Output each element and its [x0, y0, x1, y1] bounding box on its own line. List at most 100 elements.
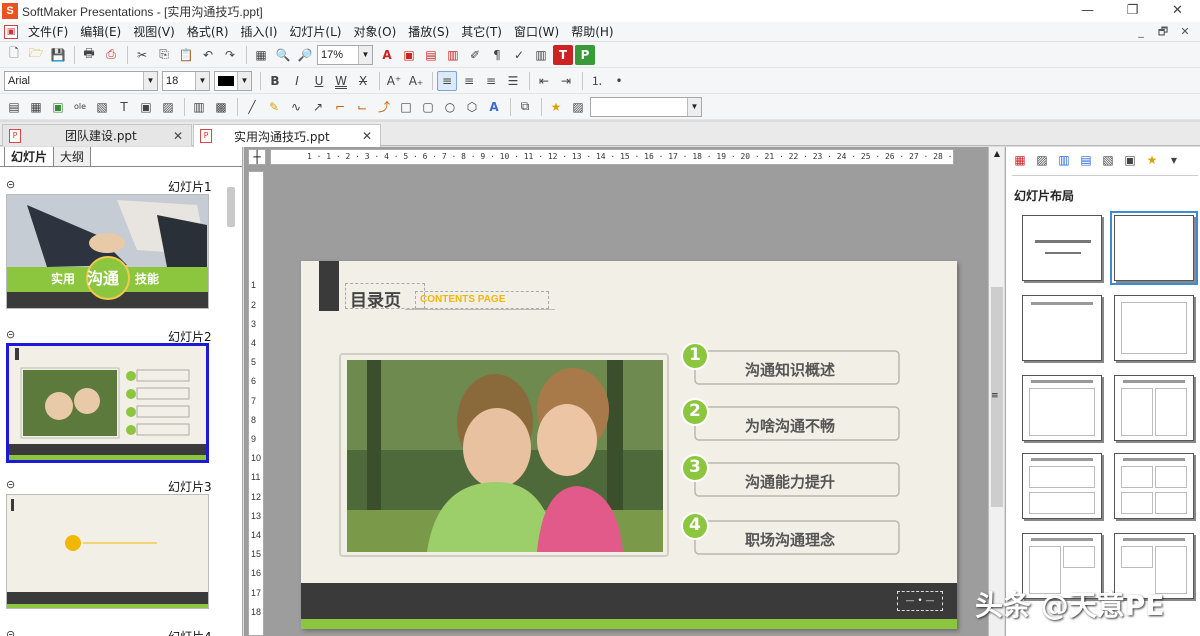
layout-title-two-rows[interactable]	[1022, 453, 1102, 519]
superscript-icon[interactable]: A⁺	[384, 71, 404, 91]
tab-outline[interactable]: 大纲	[53, 147, 92, 166]
title-placeholder-icon[interactable]: T	[114, 97, 134, 117]
arrow-line-icon[interactable]: ↗	[308, 97, 328, 117]
close-icon[interactable]: ✕	[173, 129, 183, 143]
format-brush-icon[interactable]: ✐	[465, 45, 485, 65]
layout-title-slide[interactable]	[1022, 215, 1102, 281]
line-icon[interactable]: ╱	[242, 97, 262, 117]
font-size-select[interactable]: 18 ▼	[162, 70, 210, 91]
layout-content[interactable]	[1114, 295, 1194, 361]
animation-icon[interactable]: ★	[1142, 150, 1162, 170]
menu-edit[interactable]: 编辑(E)	[74, 22, 127, 42]
layout-two-content[interactable]	[1114, 375, 1194, 441]
insert-table-icon[interactable]: ▤	[421, 45, 441, 65]
zoom-select[interactable]: 17% ▼	[317, 44, 373, 65]
tab-team-building[interactable]: P 团队建设.ppt ✕	[2, 124, 192, 146]
maximize-button[interactable]: ❐	[1110, 0, 1155, 22]
pdf-export-icon[interactable]: ⎙	[101, 45, 121, 65]
menu-insert[interactable]: 插入(I)	[235, 22, 284, 42]
statistics-icon[interactable]: ▥	[531, 45, 551, 65]
group-icon[interactable]: ⧉	[515, 97, 535, 117]
master-icon[interactable]: ▩	[211, 97, 231, 117]
open-folder-icon[interactable]: 🗁	[26, 45, 46, 65]
autoshape-icon[interactable]: ⬡	[462, 97, 482, 117]
document-icon[interactable]: ▣	[4, 24, 18, 39]
menu-other[interactable]: 其它(T)	[455, 22, 508, 42]
vertical-scrollbar[interactable]: ▲ ≡	[988, 147, 1004, 636]
vertical-ruler[interactable]: 1 2 3 4 5 6 7 8 9 10 11 12 13 14 15 16 1…	[248, 171, 264, 636]
chevron-down-icon[interactable]: ▼	[1164, 150, 1184, 170]
cut-icon[interactable]: ✂	[132, 45, 152, 65]
curved-connector-icon[interactable]: ⤴	[374, 97, 394, 117]
menu-help[interactable]: 帮助(H)	[565, 22, 619, 42]
children-photo[interactable]	[347, 360, 663, 552]
menu-window[interactable]: 窗口(W)	[508, 22, 565, 42]
connector-icon[interactable]: ⌐	[330, 97, 350, 117]
layout-icon[interactable]: ▥	[189, 97, 209, 117]
numbered-list-icon[interactable]: ⒈	[587, 71, 607, 91]
transition-icon[interactable]: ▧	[1098, 150, 1118, 170]
item-text-4[interactable]: 职场沟通理念	[745, 529, 835, 550]
layouts-icon[interactable]: ▦	[1010, 150, 1030, 170]
strikethrough-icon[interactable]: X	[353, 71, 373, 91]
transition-icon[interactable]: ▨	[568, 97, 588, 117]
text-frame-icon[interactable]: A	[377, 45, 397, 65]
zoom-icon[interactable]: 🔎	[295, 45, 315, 65]
current-slide[interactable]: 目录页 CONTENTS PAGE 1 2 3 4 沟通知识概述 为啥沟通不畅 …	[301, 261, 957, 629]
horizontal-ruler[interactable]: 1 · 1 · 2 · 3 · 4 · 5 · 6 · 7 · 8 · 9 · …	[270, 149, 954, 165]
decrease-indent-icon[interactable]: ⇤	[534, 71, 554, 91]
ruler-corner[interactable]: ┼	[248, 149, 266, 165]
redo-icon[interactable]: ↷	[220, 45, 240, 65]
menu-play[interactable]: 播放(S)	[402, 22, 455, 42]
item-text-3[interactable]: 沟通能力提升	[745, 471, 835, 492]
title-box[interactable]: 目录页	[345, 283, 425, 311]
paragraph-mark-icon[interactable]: ¶	[487, 45, 507, 65]
object-placeholder-icon[interactable]: ▨	[158, 97, 178, 117]
animation-icon[interactable]: ★	[546, 97, 566, 117]
planmaker-icon[interactable]: P	[575, 44, 595, 65]
align-left-icon[interactable]: ≡	[437, 70, 457, 91]
object-style-select[interactable]: ▼	[590, 96, 702, 117]
paste-icon[interactable]: 📋	[176, 45, 196, 65]
item-text-1[interactable]: 沟通知识概述	[745, 359, 835, 380]
align-justify-icon[interactable]: ☰	[503, 71, 523, 91]
item-text-2[interactable]: 为啥沟通不畅	[745, 415, 835, 436]
image-icon[interactable]: ▣	[1120, 150, 1140, 170]
close-icon[interactable]: ✕	[362, 129, 372, 143]
copy-icon[interactable]: ⎘	[154, 45, 174, 65]
tab-communication-skills[interactable]: P 实用沟通技巧.ppt ✕	[193, 124, 381, 147]
layout-four-content[interactable]	[1114, 453, 1194, 519]
textmaker-icon[interactable]: T	[553, 44, 573, 65]
media-frame-icon[interactable]: ▧	[92, 97, 112, 117]
mdi-close-button[interactable]: ✕	[1174, 22, 1196, 42]
align-center-icon[interactable]: ≡	[459, 71, 479, 91]
panel-scrollbar[interactable]	[227, 187, 235, 227]
color-scheme-icon[interactable]: ▥	[1054, 150, 1074, 170]
table-frame-icon[interactable]: ▤	[4, 97, 24, 117]
elbow-connector-icon[interactable]: ⌙	[352, 97, 372, 117]
print-icon[interactable]: 🖶	[79, 45, 99, 65]
tab-slides[interactable]: 幻灯片	[4, 147, 55, 166]
save-icon[interactable]: 💾	[48, 45, 68, 65]
menu-format[interactable]: 格式(R)	[181, 22, 235, 42]
slide-thumbnail-3[interactable]	[6, 494, 209, 609]
slide-thumbnail-2[interactable]	[6, 343, 209, 463]
slide-editing-area[interactable]: ┼ 1 · 1 · 2 · 3 · 4 · 5 · 6 · 7 · 8 · 9 …	[244, 147, 1004, 636]
ole-object-icon[interactable]: ole	[70, 97, 90, 117]
grid-icon[interactable]: ▦	[251, 45, 271, 65]
underline-icon[interactable]: U	[309, 71, 329, 91]
find-icon[interactable]: 🔍	[273, 45, 293, 65]
layout-title-only[interactable]	[1022, 295, 1102, 361]
spell-check-icon[interactable]: ✓	[509, 45, 529, 65]
close-button[interactable]: ✕	[1155, 0, 1200, 22]
insert-chart-icon[interactable]: ▥	[443, 45, 463, 65]
rounded-rectangle-icon[interactable]: ▢	[418, 97, 438, 117]
freehand-icon[interactable]: ✎	[264, 97, 284, 117]
scroll-up-icon[interactable]: ▲	[990, 147, 1004, 161]
italic-icon[interactable]: I	[287, 71, 307, 91]
increase-indent-icon[interactable]: ⇥	[556, 71, 576, 91]
mdi-minimize-button[interactable]: _	[1130, 22, 1152, 42]
font-select[interactable]: Arial ▼	[4, 70, 158, 91]
menu-view[interactable]: 视图(V)	[127, 22, 181, 42]
subscript-icon[interactable]: A₊	[406, 71, 426, 91]
